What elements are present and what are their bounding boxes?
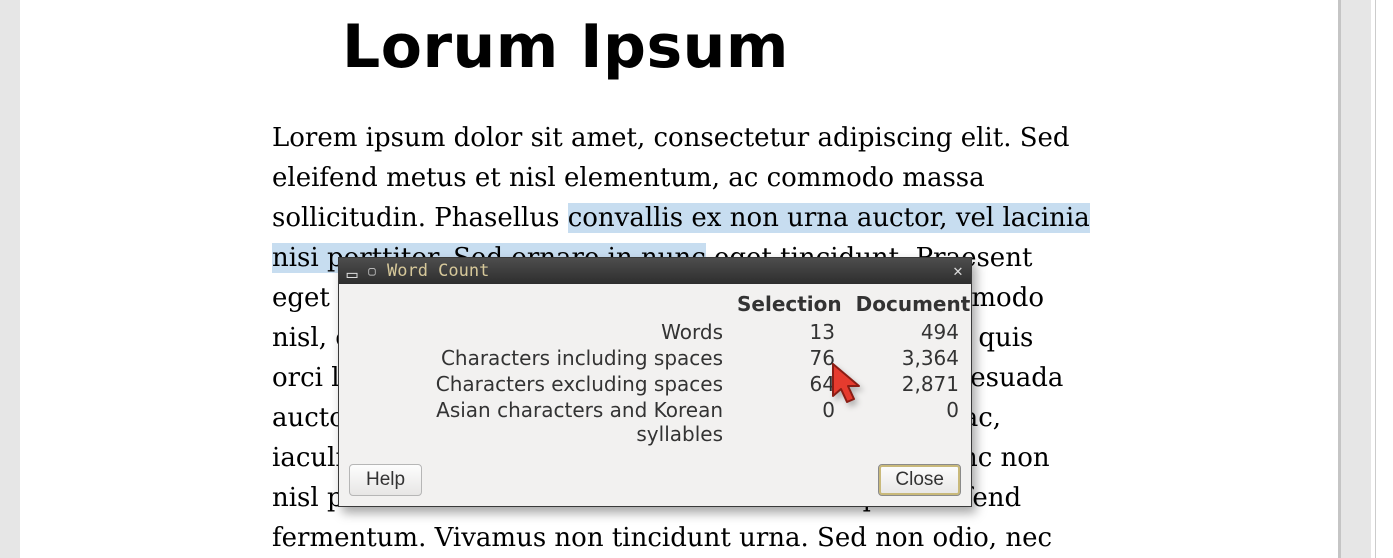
row-chars-excluding-spaces: Characters excluding spaces 64 2,871 xyxy=(353,372,957,396)
row-sel-value: 76 xyxy=(737,346,849,370)
dialog-buttons: Help Close xyxy=(339,458,971,506)
minimize-icon[interactable]: ▭ xyxy=(345,268,359,282)
help-button[interactable]: Help xyxy=(349,464,422,496)
row-doc-value: 0 xyxy=(849,398,959,446)
row-sel-value: 13 xyxy=(737,320,849,344)
row-label: Characters excluding spaces xyxy=(353,372,737,396)
dialog-body: . Selection Document Words 13 494 Charac… xyxy=(339,284,971,458)
column-header-selection: Selection xyxy=(737,292,856,316)
row-sel-value: 64 xyxy=(737,372,849,396)
word-count-dialog: ▭ ▢ Word Count ✕ . Selection Document Wo… xyxy=(338,257,972,507)
row-words: Words 13 494 xyxy=(353,320,957,344)
close-button[interactable]: Close xyxy=(878,464,961,496)
row-chars-including-spaces: Characters including spaces 76 3,364 xyxy=(353,346,957,370)
document-editor: Lorum Ipsum Lorem ipsum dolor sit amet, … xyxy=(0,0,1393,558)
close-icon[interactable]: ✕ xyxy=(951,264,965,278)
page-gutter-left xyxy=(0,0,20,558)
vertical-scrollbar[interactable] xyxy=(1375,0,1393,558)
dialog-title: Word Count xyxy=(387,261,489,281)
table-header: . Selection Document xyxy=(353,292,957,316)
row-asian-chars: Asian characters and Korean syllables 0 … xyxy=(353,398,957,446)
document-title[interactable]: Lorum Ipsum xyxy=(342,12,789,82)
page-gutter-right xyxy=(1341,0,1371,558)
row-doc-value: 2,871 xyxy=(849,372,959,396)
row-sel-value: 0 xyxy=(737,398,849,446)
row-label: Words xyxy=(353,320,737,344)
row-label: Characters including spaces xyxy=(353,346,737,370)
dialog-titlebar[interactable]: ▭ ▢ Word Count ✕ xyxy=(339,258,971,284)
row-label: Asian characters and Korean syllables xyxy=(353,398,737,446)
maximize-icon[interactable]: ▢ xyxy=(365,264,379,278)
column-header-document: Document xyxy=(856,292,971,316)
row-doc-value: 3,364 xyxy=(849,346,959,370)
row-doc-value: 494 xyxy=(849,320,959,344)
